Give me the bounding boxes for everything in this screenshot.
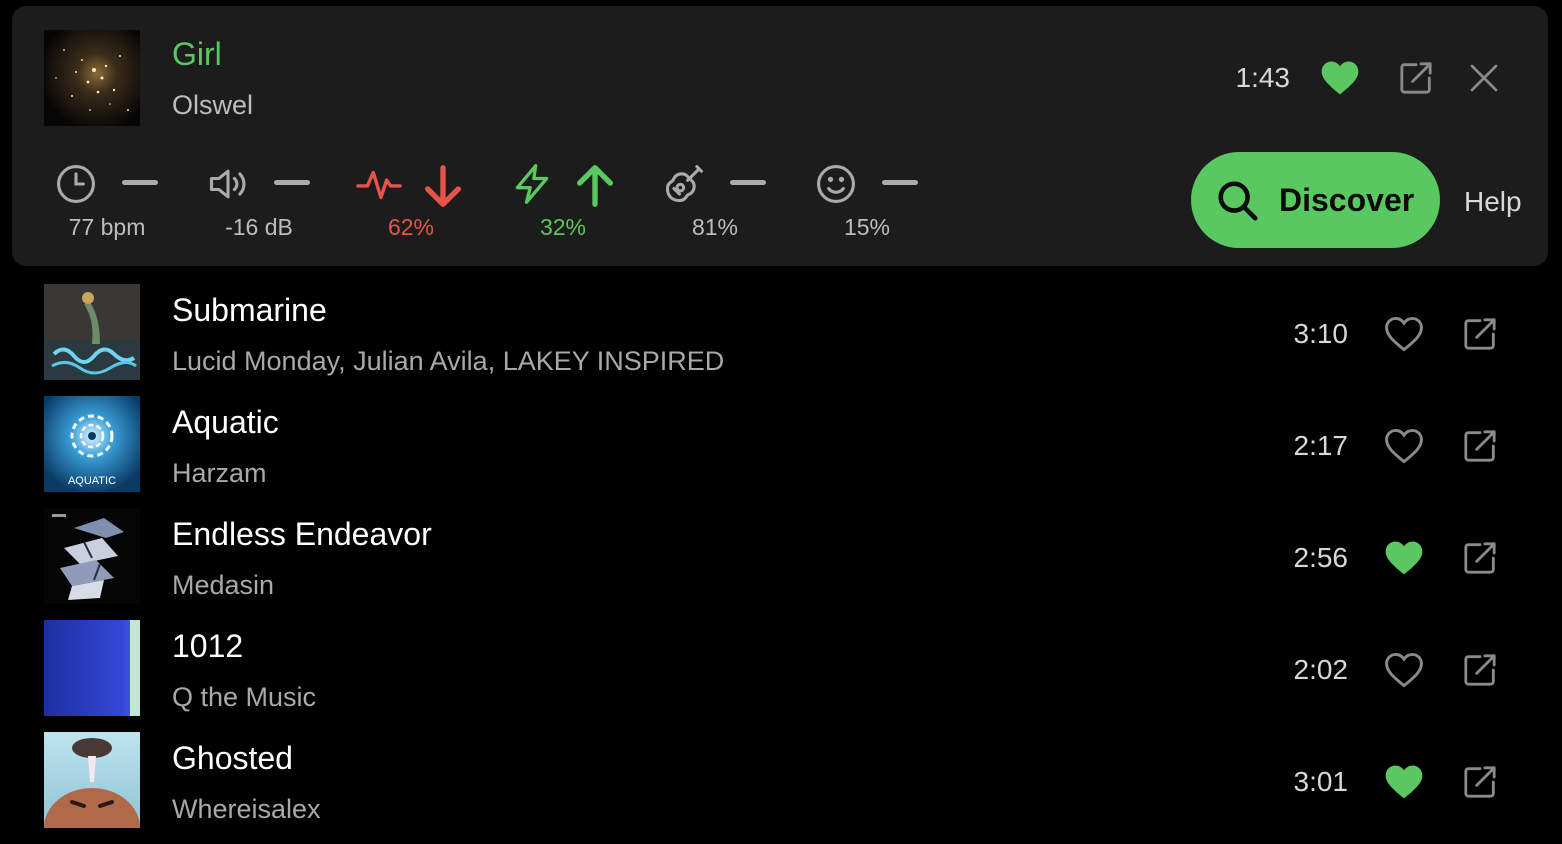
heartbeat-value: 62%: [387, 214, 435, 240]
now-playing-artist: Olswel: [172, 90, 254, 120]
track-row[interactable]: AQUATIC Aquatic Harzam 2:17: [0, 396, 1562, 508]
heartbeat-icon: [356, 170, 402, 200]
track-cover-art: AQUATIC: [44, 396, 140, 492]
arrow-down-icon: [424, 165, 462, 207]
help-link[interactable]: Help: [1464, 186, 1522, 218]
track-artist: Harzam: [172, 458, 267, 488]
loudness-value: -16 dB: [225, 214, 293, 240]
acoustic-value: 81%: [691, 214, 739, 240]
energy-value: 32%: [539, 214, 587, 240]
track-row[interactable]: 1012 Q the Music 2:02: [0, 620, 1562, 732]
track-duration: 3:01: [1293, 766, 1349, 797]
track-title: Aquatic: [172, 404, 279, 440]
loudness-stat: -16 dB: [184, 156, 334, 246]
track-row[interactable]: Endless Endeavor Medasin 2:56: [0, 508, 1562, 620]
track-cover-art: [44, 732, 140, 828]
heart-filled-icon[interactable]: [1382, 760, 1426, 804]
track-title: 1012: [172, 628, 244, 664]
track-artist: Lucid Monday, Julian Avila, LAKEY INSPIR…: [172, 346, 725, 376]
close-icon[interactable]: [1466, 60, 1502, 96]
heartbeat-stat: 62%: [336, 156, 486, 246]
guitar-icon: [665, 165, 703, 203]
now-playing-panel: Girl Olswel 1:43 77 bpm -16 dB 62% 32% 8…: [12, 6, 1548, 266]
now-playing-cover-art: [44, 30, 140, 126]
heart-filled-icon[interactable]: [1382, 536, 1426, 580]
energy-stat: 32%: [488, 156, 638, 246]
cover-art-text: AQUATIC: [68, 475, 116, 487]
external-link-icon[interactable]: [1460, 426, 1500, 466]
neutral-dash-icon: [882, 180, 918, 185]
external-link-icon[interactable]: [1460, 762, 1500, 802]
lightning-icon: [515, 164, 549, 204]
external-link-icon[interactable]: [1460, 538, 1500, 578]
track-duration: 2:17: [1293, 430, 1349, 461]
track-duration: 2:56: [1293, 542, 1349, 573]
now-playing-title: Girl: [172, 36, 222, 72]
heart-filled-icon[interactable]: [1318, 56, 1362, 100]
neutral-dash-icon: [122, 180, 158, 185]
track-cover-art: [44, 508, 140, 604]
mood-stat: 15%: [792, 156, 942, 246]
track-row[interactable]: Ghosted Whereisalex 3:01: [0, 732, 1562, 844]
track-cover-art: [44, 620, 140, 716]
acoustic-stat: 81%: [640, 156, 790, 246]
track-artist: Medasin: [172, 570, 275, 600]
discover-button[interactable]: Discover: [1191, 152, 1440, 248]
smiley-icon: [817, 165, 855, 203]
track-duration: 3:10: [1293, 318, 1349, 349]
track-artist: Q the Music: [172, 682, 317, 712]
search-icon: [1218, 181, 1258, 221]
tempo-stat: 77 bpm: [32, 156, 182, 246]
track-title: Submarine: [172, 292, 327, 328]
neutral-dash-icon: [274, 180, 310, 185]
arrow-up-icon: [576, 165, 614, 207]
now-playing-duration: 1:43: [1235, 62, 1291, 93]
track-cover-art: [44, 284, 140, 380]
track-row[interactable]: Submarine Lucid Monday, Julian Avila, LA…: [0, 284, 1562, 396]
track-artist: Whereisalex: [172, 794, 321, 824]
heart-outline-icon[interactable]: [1382, 312, 1426, 356]
clock-icon: [57, 165, 95, 203]
heart-outline-icon[interactable]: [1382, 424, 1426, 468]
track-duration: 2:02: [1293, 654, 1349, 685]
mood-value: 15%: [843, 214, 891, 240]
track-title: Ghosted: [172, 740, 293, 776]
track-title: Endless Endeavor: [172, 516, 432, 552]
external-link-icon[interactable]: [1460, 650, 1500, 690]
external-link-icon[interactable]: [1460, 314, 1500, 354]
external-link-icon[interactable]: [1396, 58, 1436, 98]
discover-label: Discover: [1279, 182, 1415, 218]
tempo-value: 77 bpm: [68, 214, 146, 240]
neutral-dash-icon: [730, 180, 766, 185]
heart-outline-icon[interactable]: [1382, 648, 1426, 692]
speaker-icon: [209, 169, 246, 199]
